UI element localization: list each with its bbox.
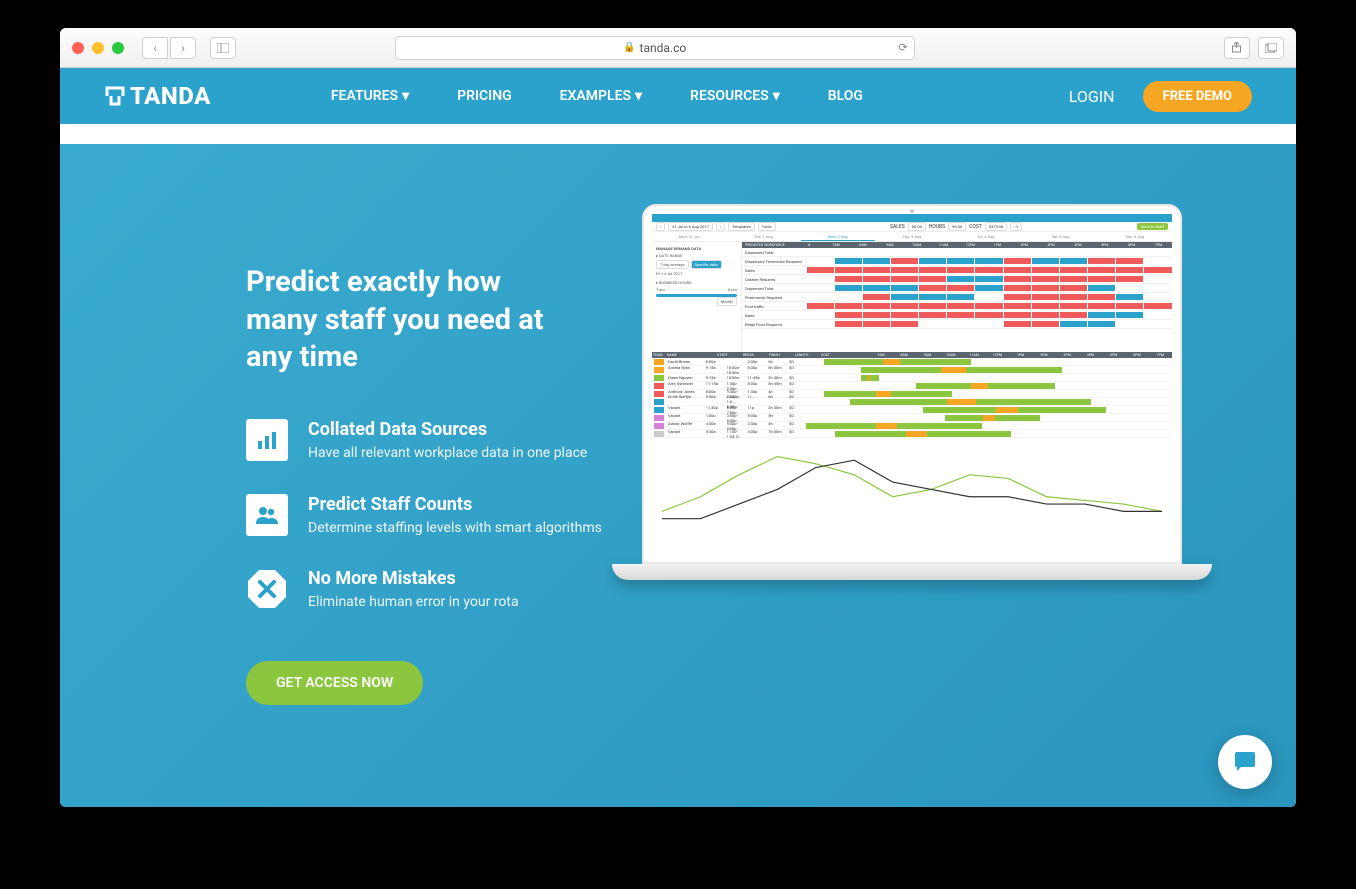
logo-icon (104, 85, 126, 107)
nav-features[interactable]: FEATURES▾ (331, 88, 409, 104)
feature-predict: Predict Staff Counts Determine staffing … (246, 494, 606, 539)
hero-title: Predict exactly how many staff you need … (246, 264, 566, 377)
hero-gap (60, 124, 1296, 144)
laptop-base (612, 564, 1212, 580)
nav-examples[interactable]: EXAMPLES▾ (560, 88, 642, 104)
mock-chart (652, 442, 1172, 532)
chrome-right-icons (1224, 37, 1284, 59)
minimize-icon[interactable] (92, 42, 104, 54)
mock-sales-label: SALES (890, 224, 905, 230)
nav-pricing[interactable]: PRICING (457, 88, 512, 104)
mock-toolbar: ‹ 31 Jul to 6 Aug 2017 › Templates Tools… (652, 222, 1172, 232)
feature-title: Predict Staff Counts (308, 494, 602, 515)
feature-collated: Collated Data Sources Have all relevant … (246, 419, 606, 464)
show-sidebar-button[interactable] (210, 37, 236, 59)
app-mock: ‹ 31 Jul to 6 Aug 2017 › Templates Tools… (652, 214, 1172, 554)
mock-hours-label: HOURS (929, 224, 945, 230)
laptop-mockup: ‹ 31 Jul to 6 Aug 2017 › Templates Tools… (612, 204, 1212, 580)
mock-sidebar: MANAGE DEMAND DATA ▸ DATE RANGE 7 day av… (652, 242, 742, 352)
page: TANDA FEATURES▾ PRICING EXAMPLES▾ RESOUR… (60, 68, 1296, 807)
feature-title: No More Mistakes (308, 568, 519, 589)
nav-arrows: ‹ › (142, 37, 196, 59)
nav-resources[interactable]: RESOURCES▾ (690, 88, 780, 104)
feature-desc: Determine staffing levels with smart alg… (308, 519, 602, 539)
mock-sales-value: $0.00 (908, 222, 926, 231)
mock-percent: -% (1010, 222, 1022, 231)
get-access-button[interactable]: GET ACCESS NOW (246, 661, 423, 705)
mock-prev: ‹ (656, 222, 665, 231)
zoom-icon[interactable] (112, 42, 124, 54)
close-icon[interactable] (72, 42, 84, 54)
browser-window: ‹ › 🔒 tanda.co ⟳ + TANDA FE (60, 28, 1296, 807)
tabs-button[interactable] (1258, 37, 1284, 59)
mock-gantt: TEAMNAMESTARTBREAKFINISHLENGTHCOST7AM8AM… (652, 352, 1172, 442)
bar-chart-icon (246, 419, 288, 461)
gantt-header: TEAMNAMESTARTBREAKFINISHLENGTHCOST7AM8AM… (652, 352, 1172, 358)
topnav: TANDA FEATURES▾ PRICING EXAMPLES▾ RESOUR… (60, 68, 1296, 124)
mock-hours-value: 90.00 (948, 222, 966, 231)
lock-icon: 🔒 (623, 42, 635, 53)
mock-next: › (716, 222, 725, 231)
reload-icon[interactable]: ⟳ (898, 41, 907, 54)
logo-text: TANDA (130, 82, 211, 110)
chevron-down-icon: ▾ (402, 88, 409, 104)
mock-main: MANAGE DEMAND DATA ▸ DATE RANGE 7 day av… (652, 242, 1172, 352)
feature-desc: Eliminate human error in your rota (308, 593, 519, 613)
mock-templates: Templates (728, 222, 755, 231)
browser-chrome: ‹ › 🔒 tanda.co ⟳ (60, 28, 1296, 68)
mock-cost-label: COST (969, 224, 982, 230)
mock-grid: PREDICTED WORKFORCE#7AM8AM9AM10AM11AM12P… (742, 242, 1172, 352)
mock-cost-value: $375.06 (985, 222, 1008, 231)
chat-icon (1231, 748, 1259, 776)
chevron-down-icon: ▾ (635, 88, 642, 104)
feature-mistakes: No More Mistakes Eliminate human error i… (246, 568, 606, 613)
traffic-lights (72, 42, 124, 54)
chat-widget[interactable] (1218, 735, 1272, 789)
share-button[interactable] (1224, 37, 1250, 59)
hero: Predict exactly how many staff you need … (60, 144, 1296, 807)
mock-daterange: 31 Jul to 6 Aug 2017 (668, 222, 713, 231)
nav-right: LOGIN FREE DEMO (1069, 81, 1252, 112)
laptop-screen: ‹ 31 Jul to 6 Aug 2017 › Templates Tools… (642, 204, 1182, 564)
mock-day-tabs: Mon, 31 JulTue, 1 AugWed, 2 AugThu, 3 Au… (652, 232, 1172, 242)
logo[interactable]: TANDA (104, 82, 211, 110)
nav-blog[interactable]: BLOG (828, 88, 863, 104)
nav-links: FEATURES▾ PRICING EXAMPLES▾ RESOURCES▾ B… (331, 88, 863, 104)
back-button[interactable]: ‹ (142, 37, 168, 59)
feature-title: Collated Data Sources (308, 419, 587, 440)
forward-button[interactable]: › (170, 37, 196, 59)
url-bar[interactable]: 🔒 tanda.co ⟳ (395, 36, 915, 60)
mock-tools: Tools (758, 222, 776, 231)
mock-side-header: MANAGE DEMAND DATA (656, 246, 737, 251)
chevron-down-icon: ▾ (773, 88, 780, 104)
free-demo-button[interactable]: FREE DEMO (1143, 81, 1252, 112)
mock-send-button: Send to Staff (1137, 223, 1168, 230)
mock-appbar (652, 214, 1172, 222)
x-octagon-icon (246, 568, 288, 610)
url-text: tanda.co (640, 41, 687, 55)
feature-desc: Have all relevant workplace data in one … (308, 444, 587, 464)
login-link[interactable]: LOGIN (1069, 87, 1115, 106)
people-icon (246, 494, 288, 536)
